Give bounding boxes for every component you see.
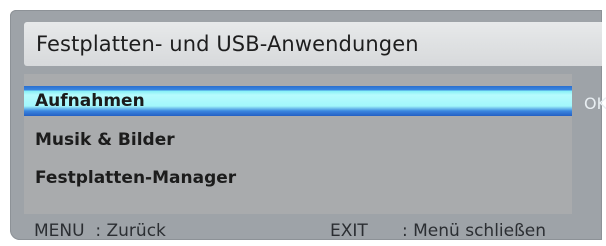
menu-item-musik-bilder[interactable]: Musik & Bilder — [24, 125, 572, 155]
menu-item-festplatten-manager[interactable]: Festplatten-Manager — [24, 163, 572, 193]
exit-description: : Menü schließen — [402, 221, 547, 241]
menu-item-aufnahmen[interactable]: Aufnahmen — [24, 86, 572, 116]
menu-item-label: Festplatten-Manager — [35, 168, 237, 188]
exit-key-hint: EXIT — [330, 221, 368, 241]
title-bar: Festplatten- und USB-Anwendungen — [24, 22, 602, 66]
back-hint: MENU : Zurück — [34, 221, 166, 241]
menu-item-label: Aufnahmen — [35, 91, 145, 111]
hdd-usb-menu-dialog: Festplatten- und USB-Anwendungen Aufnahm… — [10, 10, 606, 241]
menu-item-label: Musik & Bilder — [35, 130, 175, 150]
ok-hint: OK — [584, 94, 606, 113]
menu-list: Aufnahmen Musik & Bilder Festplatten-Man… — [24, 74, 572, 214]
dialog-title: Festplatten- und USB-Anwendungen — [36, 32, 419, 56]
